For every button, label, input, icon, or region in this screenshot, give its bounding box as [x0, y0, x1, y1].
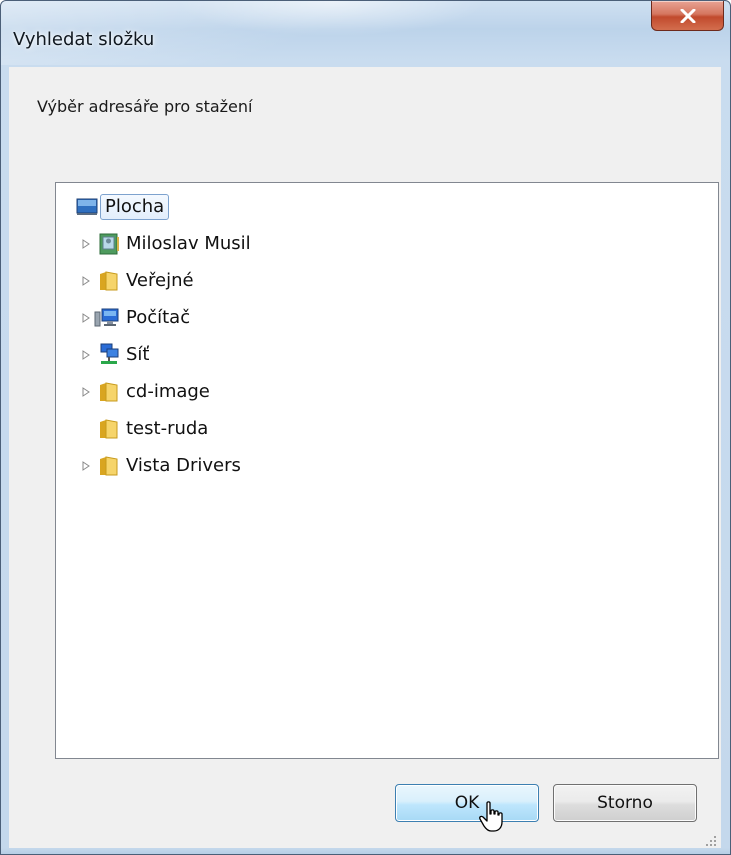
tree-item-label: Vista Drivers: [126, 455, 241, 476]
tree-item-label: Miloslav Musil: [126, 233, 251, 254]
computer-icon: [94, 307, 120, 329]
desktop-icon: [76, 196, 98, 218]
folder-icon: [98, 455, 120, 477]
tree-item-verejne[interactable]: Veřejné: [56, 265, 718, 297]
close-icon: [680, 8, 696, 23]
mouse-cursor-icon: [478, 800, 506, 838]
tree-item-vista-drivers[interactable]: Vista Drivers: [56, 450, 718, 482]
folder-browser-dialog: Vyhledat složku Výběr adresáře pro staže…: [0, 0, 731, 855]
close-button[interactable]: [651, 1, 724, 31]
expand-arrow-icon[interactable]: [80, 312, 92, 324]
tree-item-test-ruda[interactable]: test-ruda: [56, 413, 718, 445]
dialog-body: Výběr adresáře pro stažení Plocha Milosl…: [9, 67, 721, 848]
tree-item-label: Síť: [126, 344, 150, 365]
expand-arrow-icon[interactable]: [80, 349, 92, 361]
user-folder-icon: [98, 233, 120, 255]
tree-item-sit[interactable]: Síť: [56, 339, 718, 371]
tree-item-pocitac[interactable]: Počítač: [56, 302, 718, 334]
folder-icon: [98, 418, 120, 440]
expand-arrow-icon[interactable]: [80, 460, 92, 472]
tree-item-label: Počítač: [126, 307, 191, 328]
network-icon: [98, 343, 120, 365]
folder-icon: [98, 381, 120, 403]
expand-arrow-icon[interactable]: [80, 238, 92, 250]
tree-item-label: cd-image: [126, 381, 210, 402]
folder-icon: [98, 270, 120, 292]
window-frame-bottom: [1, 848, 730, 854]
tree-item-label: Plocha: [100, 194, 170, 220]
title-bar[interactable]: Vyhledat složku: [1, 1, 730, 67]
instruction-text: Výběr adresáře pro stažení: [37, 97, 253, 116]
expand-arrow-icon[interactable]: [80, 386, 92, 398]
tree-item-label: Veřejné: [126, 270, 194, 291]
tree-item-label: test-ruda: [126, 418, 209, 439]
cancel-button[interactable]: Storno: [553, 784, 697, 822]
tree-item-plocha[interactable]: Plocha: [56, 191, 718, 223]
folder-tree[interactable]: Plocha Miloslav Musil Veřejné Počítač Sí…: [55, 182, 719, 759]
window-title: Vyhledat složku: [13, 29, 155, 50]
expand-arrow-icon[interactable]: [80, 275, 92, 287]
ok-button[interactable]: OK: [395, 784, 539, 822]
tree-item-cd-image[interactable]: cd-image: [56, 376, 718, 408]
tree-item-miloslav-musil[interactable]: Miloslav Musil: [56, 228, 718, 260]
